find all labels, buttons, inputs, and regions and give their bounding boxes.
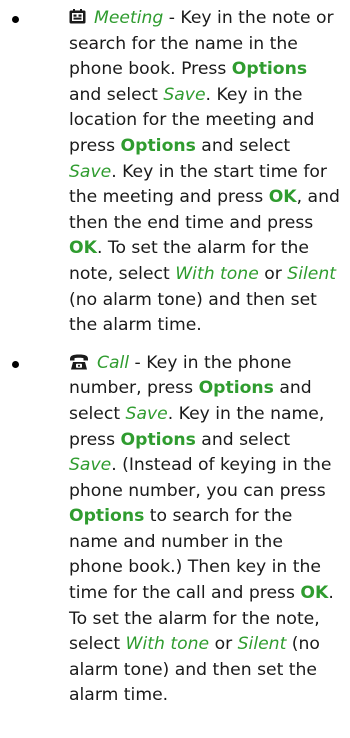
item-title: Meeting: [94, 8, 164, 28]
softkey-label: OK: [69, 238, 97, 259]
menu-option-label: Save: [125, 403, 168, 424]
meeting-paragraph: Meeting - Key in the note or search for …: [69, 6, 342, 339]
bullet-item-meeting: Meeting - Key in the note or search for …: [0, 0, 350, 339]
menu-option-label: Save: [69, 161, 112, 182]
softkey-label: Options: [69, 506, 145, 527]
menu-option-label: Silent: [287, 263, 336, 284]
meeting-icon: [69, 9, 86, 25]
menu-option-label: With tone: [125, 634, 210, 655]
bullet-item-call: Call - Key in the phone number, press Op…: [0, 351, 350, 709]
item-title: Call: [97, 352, 130, 373]
softkey-label: Options: [231, 59, 308, 80]
manual-page: Meeting - Key in the note or search for …: [0, 0, 350, 738]
body-text: and select: [195, 135, 291, 156]
body-text: and select: [69, 84, 164, 105]
softkey-label: OK: [268, 187, 297, 208]
bullet-dot: [12, 16, 19, 23]
call-paragraph: Call - Key in the phone number, press Op…: [69, 351, 342, 709]
menu-option-label: Save: [163, 84, 206, 105]
body-text: or: [258, 263, 288, 284]
body-text: (no alarm tone) and then set the alarm t…: [69, 289, 317, 336]
softkey-label: Options: [120, 429, 196, 450]
phone-icon: [69, 354, 89, 370]
softkey-label: Options: [120, 135, 196, 156]
menu-option-label: With tone: [175, 263, 259, 284]
softkey-label: OK: [300, 583, 329, 604]
menu-option-label: Silent: [237, 634, 287, 655]
body-text: or: [209, 634, 238, 655]
menu-option-label: Save: [69, 455, 112, 476]
body-text: and select: [195, 429, 291, 450]
softkey-label: Options: [198, 378, 274, 399]
bullet-dot: [12, 360, 19, 368]
